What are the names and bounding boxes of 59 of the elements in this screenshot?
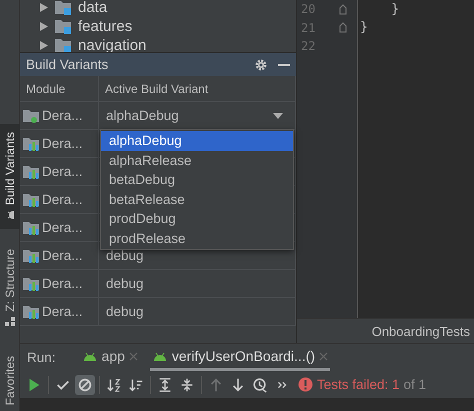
panel-title: Build Variants — [26, 57, 110, 72]
module-folder-icon — [23, 304, 39, 318]
module-name: Dera... — [42, 220, 83, 235]
expand-arrow-icon[interactable] — [40, 40, 48, 50]
module-name: Dera... — [42, 108, 83, 123]
test-count: of 1 — [404, 377, 426, 392]
module-folder-icon — [23, 248, 39, 262]
module-folder-icon — [23, 192, 39, 206]
expand-arrow-icon[interactable] — [40, 2, 48, 12]
dropdown-option[interactable]: alphaDebug — [101, 131, 293, 150]
run-tab[interactable]: app — [80, 344, 140, 371]
dropdown-option[interactable]: prodDebug — [101, 209, 293, 228]
folder-icon — [54, 18, 72, 34]
run-tab[interactable]: verifyUserOnBoardi...() — [150, 344, 330, 371]
module-name: Dera... — [42, 248, 83, 263]
code-line: } — [360, 20, 368, 36]
cancel-icon[interactable] — [75, 374, 95, 394]
tool-window-tab[interactable]: Z: Structure — [0, 241, 20, 336]
variant-value[interactable]: debug — [106, 304, 144, 319]
dropdown-option[interactable]: betaRelease — [101, 190, 293, 209]
folder-icon — [54, 37, 72, 52]
dropdown-option[interactable]: alphaRelease — [101, 150, 293, 170]
minimize-icon — [278, 64, 290, 66]
module-folder-icon — [23, 164, 39, 178]
module-folder-icon — [23, 276, 39, 290]
expand-arrow-icon[interactable] — [40, 22, 48, 30]
folder-icon — [54, 0, 72, 15]
dropdown-option[interactable]: prodRelease — [101, 228, 293, 248]
line-number: 20 — [300, 2, 316, 16]
run-label: Run: — [27, 350, 56, 365]
settings-icon — [254, 58, 268, 72]
module-folder-icon — [23, 136, 39, 150]
dropdown-option[interactable]: betaDebug — [101, 170, 293, 190]
line-number: 22 — [300, 39, 316, 54]
code-line: } — [390, 2, 400, 17]
tool-window-tab[interactable]: Favorites — [0, 348, 20, 411]
module-name: Dera... — [42, 164, 83, 179]
module-folder-icon — [23, 220, 39, 234]
column-header: Active Build Variant — [99, 76, 296, 101]
module-name: Dera... — [42, 276, 83, 291]
close-icon — [128, 352, 138, 360]
variant-value[interactable]: debug — [106, 248, 144, 263]
structure-icon — [4, 316, 16, 328]
fold-marker-icon — [339, 22, 347, 34]
line-number: 21 — [300, 20, 316, 35]
folder-name[interactable]: data — [78, 0, 108, 16]
close-icon — [319, 352, 328, 360]
folder-name[interactable]: features — [78, 18, 132, 34]
tool-window-tab[interactable]: Build Variants — [0, 124, 20, 230]
module-name: Dera... — [42, 136, 83, 151]
module-name: Dera... — [42, 304, 83, 319]
error-icon — [298, 377, 313, 392]
variant-value[interactable]: debug — [106, 276, 144, 291]
test-status: Tests failed: 1 — [317, 377, 400, 392]
module-folder-icon — [23, 108, 39, 122]
variant-value: alphaDebug — [106, 108, 179, 123]
module-name: Dera... — [42, 192, 83, 207]
column-header: Module — [20, 76, 99, 101]
fold-marker-icon — [339, 4, 347, 15]
